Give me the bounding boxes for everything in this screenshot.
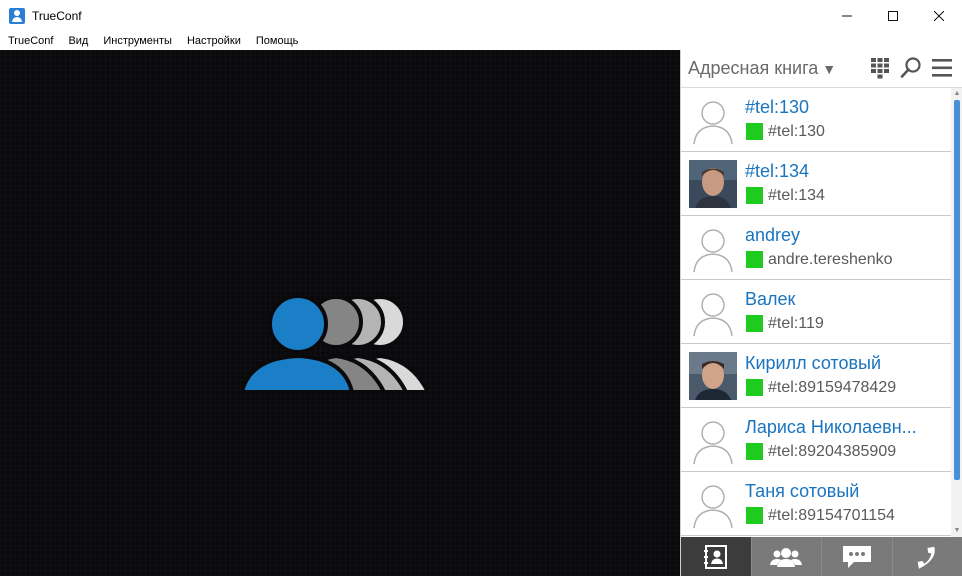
scroll-thumb[interactable] [954, 100, 960, 480]
scroll-up-icon[interactable]: ▲ [953, 90, 961, 98]
avatar-photo [689, 352, 737, 400]
contact-row[interactable]: andrey andre.tereshenko [681, 216, 951, 280]
contact-id: #tel:130 [768, 123, 825, 140]
contact-row[interactable]: Валек #tel:119 [681, 280, 951, 344]
menu-help[interactable]: Помощь [256, 35, 299, 47]
contact-id: #tel:89159478429 [768, 379, 897, 396]
conferences-tab[interactable] [752, 537, 822, 576]
avatar-placeholder-icon [689, 416, 737, 464]
contact-list-scrollbar[interactable]: ▲ ▼ [951, 88, 962, 537]
contact-row[interactable]: Лариса Николаевн... #tel:89204385909 [681, 408, 951, 472]
online-status-icon [746, 379, 763, 396]
contact-name: #tel:134 [745, 161, 810, 181]
address-book-title[interactable]: Адресная книга [688, 58, 818, 79]
contact-list: #tel:130 #tel:130 #tel:134 #tel:134 andr… [681, 88, 951, 537]
contact-name: Кирилл сотовый [745, 353, 882, 373]
bottom-tab-bar [681, 537, 962, 576]
maximize-button[interactable] [870, 0, 916, 32]
contact-name: Валек [745, 289, 796, 309]
avatar-placeholder-icon [689, 480, 737, 528]
contact-row[interactable]: Таня сотовый #tel:89154701154 [681, 472, 951, 536]
address-book-tab[interactable] [681, 537, 752, 576]
online-status-icon [746, 315, 763, 332]
online-status-icon [746, 251, 763, 268]
address-book-header: Адресная книга ▼ [681, 50, 962, 88]
chat-tab[interactable] [822, 537, 893, 576]
online-status-icon [746, 443, 763, 460]
online-status-icon [746, 123, 763, 140]
conference-logo-icon [240, 294, 430, 394]
minimize-button[interactable] [824, 0, 870, 32]
menu-tools[interactable]: Инструменты [103, 35, 172, 47]
menu-settings[interactable]: Настройки [187, 35, 241, 47]
avatar-photo [689, 160, 737, 208]
address-book-panel: Адресная книга ▼ #tel:130 #tel:130 #tel:… [680, 50, 962, 576]
contact-name: Таня сотовый [745, 481, 860, 501]
window-controls [824, 0, 962, 32]
contact-row[interactable]: Кирилл сотовый #tel:89159478429 [681, 344, 951, 408]
minimize-icon [842, 15, 852, 17]
scroll-down-icon[interactable]: ▼ [953, 527, 961, 535]
contact-id: #tel:119 [768, 315, 824, 332]
contact-id: andre.tereshenko [768, 251, 893, 268]
menu-view[interactable]: Вид [68, 35, 88, 47]
avatar-placeholder-icon [689, 224, 737, 272]
avatar-placeholder-icon [689, 288, 737, 336]
menu-bar: TrueConf Вид Инструменты Настройки Помощ… [0, 32, 962, 50]
avatar-placeholder-icon [689, 96, 737, 144]
window-title: TrueConf [32, 9, 82, 23]
contact-id: #tel:89154701154 [768, 507, 895, 524]
close-icon [934, 11, 944, 21]
menu-icon[interactable] [931, 57, 953, 79]
video-area [0, 50, 680, 576]
online-status-icon [746, 507, 763, 524]
contact-id: #tel:89204385909 [768, 443, 897, 460]
contact-row[interactable]: #tel:130 #tel:130 [681, 88, 951, 152]
contact-id: #tel:134 [768, 187, 825, 204]
dropdown-arrow-icon[interactable]: ▼ [822, 61, 836, 77]
contact-name: Лариса Николаевн... [745, 417, 917, 437]
chat-icon [842, 545, 871, 568]
contact-name: #tel:130 [745, 97, 810, 117]
online-status-icon [746, 187, 763, 204]
contact-row[interactable]: #tel:134 #tel:134 [681, 152, 951, 216]
search-icon[interactable] [900, 57, 922, 79]
trueconf-app-icon [9, 8, 25, 24]
menu-trueconf[interactable]: TrueConf [8, 35, 53, 47]
address-book-icon [703, 544, 727, 569]
title-bar: TrueConf [0, 0, 962, 32]
maximize-icon [888, 11, 898, 21]
group-icon [770, 547, 803, 567]
contact-name: andrey [745, 225, 801, 245]
phone-icon [917, 546, 935, 569]
close-button[interactable] [916, 0, 962, 32]
call-tab[interactable] [893, 537, 962, 576]
dialpad-icon[interactable] [869, 57, 891, 79]
